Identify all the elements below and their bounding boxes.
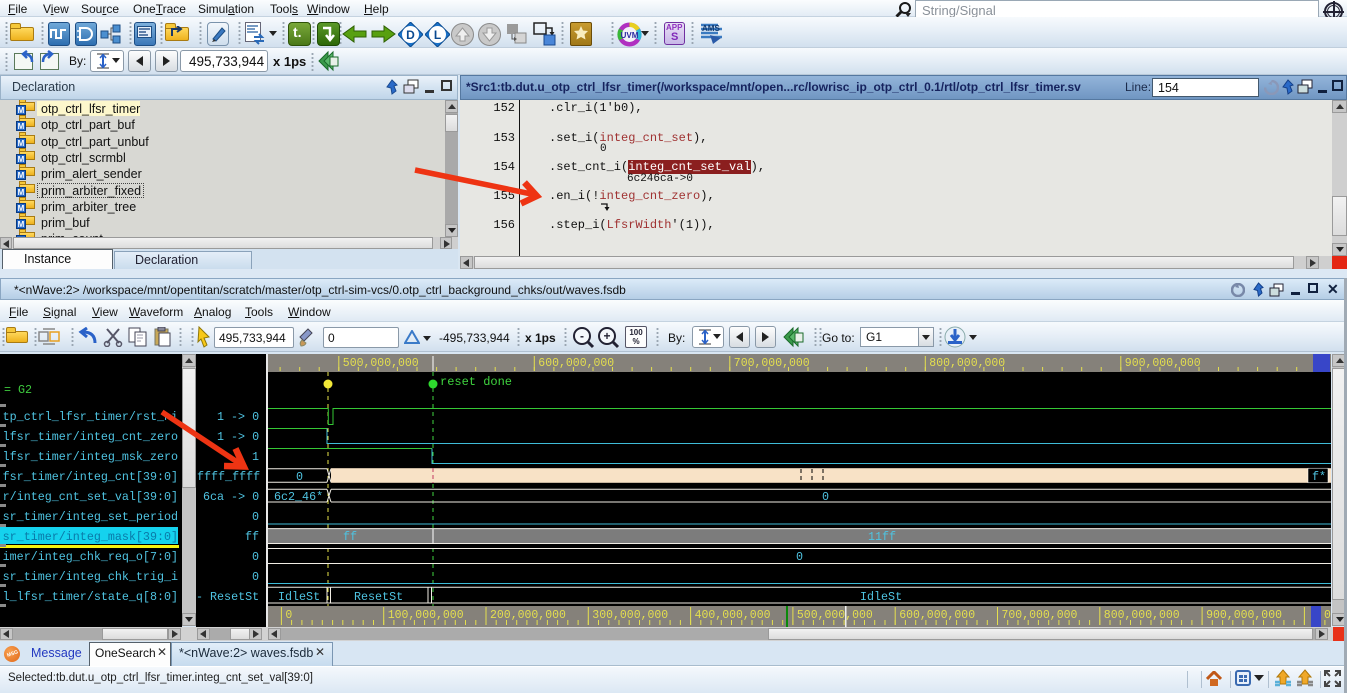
svg-text:0: 0 — [1324, 609, 1331, 622]
svg-text:800,000,000: 800,000,000 — [1104, 609, 1180, 622]
svg-text:300,000,000: 300,000,000 — [592, 609, 668, 622]
svg-text:500,000,000: 500,000,000 — [797, 609, 873, 622]
svg-text:600,000,000: 600,000,000 — [899, 609, 975, 622]
svg-text:ff: ff — [343, 530, 357, 544]
svg-text:900,000,000: 900,000,000 — [1125, 357, 1201, 370]
svg-text:IdleSt: IdleSt — [860, 590, 902, 604]
svg-text:-: - — [580, 329, 584, 343]
svg-text:f*: f* — [1312, 470, 1326, 484]
svg-text:900,000,000: 900,000,000 — [1206, 609, 1282, 622]
svg-text:800,000,000: 800,000,000 — [929, 357, 1005, 370]
svg-text:200,000,000: 200,000,000 — [490, 609, 566, 622]
svg-text:+: + — [603, 329, 610, 343]
svg-text:700,000,000: 700,000,000 — [734, 357, 810, 370]
svg-text:0: 0 — [285, 609, 292, 622]
svg-text:11ff: 11ff — [868, 530, 896, 544]
svg-text:L: L — [434, 28, 441, 42]
svg-text:D: D — [406, 28, 415, 42]
svg-text:IdleSt: IdleSt — [278, 590, 320, 604]
svg-text:0: 0 — [796, 550, 803, 564]
svg-text:700,000,000: 700,000,000 — [1002, 609, 1078, 622]
svg-text:400,000,000: 400,000,000 — [695, 609, 771, 622]
svg-text:ResetSt: ResetSt — [354, 590, 403, 604]
svg-text:6c2_46*: 6c2_46* — [274, 490, 323, 504]
svg-text:600,000,000: 600,000,000 — [538, 357, 614, 370]
svg-text:reset done: reset done — [440, 375, 512, 389]
svg-text:0: 0 — [822, 490, 829, 504]
svg-text:500,000,000: 500,000,000 — [343, 357, 419, 370]
svg-text:UVM: UVM — [621, 31, 639, 40]
svg-text:100,000,000: 100,000,000 — [388, 609, 464, 622]
svg-text:0: 0 — [296, 470, 303, 484]
